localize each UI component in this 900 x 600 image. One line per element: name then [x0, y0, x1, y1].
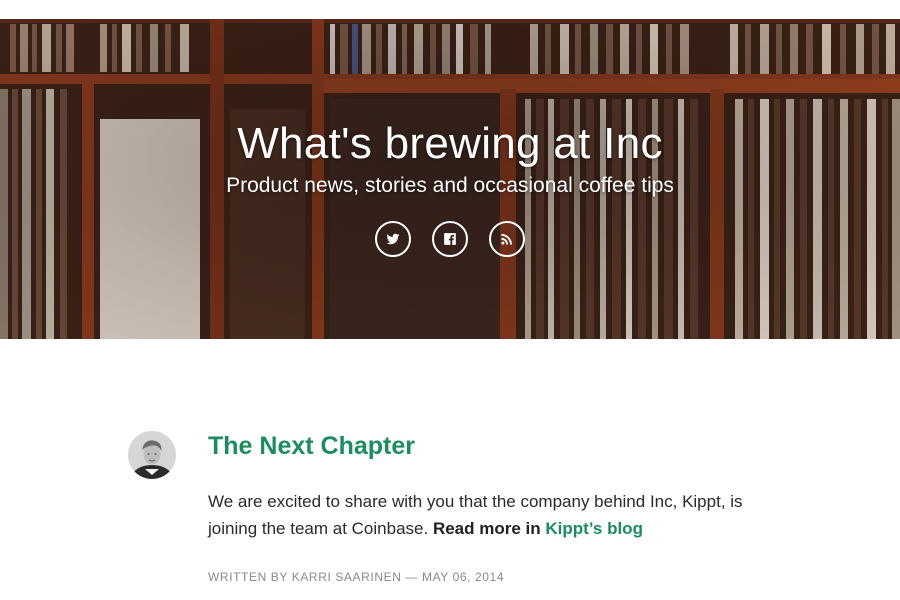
post-excerpt: We are excited to share with you that th… — [208, 488, 788, 542]
facebook-icon — [444, 233, 456, 245]
author-avatar[interactable] — [128, 431, 176, 479]
social-links — [0, 221, 900, 257]
twitter-icon — [386, 233, 400, 245]
author-name[interactable]: Karri Saarinen — [292, 570, 402, 584]
rss-button[interactable] — [489, 221, 525, 257]
facebook-button[interactable] — [432, 221, 468, 257]
post-title[interactable]: The Next Chapter — [208, 431, 788, 461]
byline-prefix: Written by — [208, 570, 288, 584]
post-date: May 06, 2014 — [421, 570, 505, 584]
author-photo — [128, 431, 176, 479]
hero-content: What's brewing at Inc Product news, stor… — [0, 117, 900, 199]
byline-separator: — — [405, 570, 419, 584]
blog-subtitle: Product news, stories and occasional cof… — [226, 174, 674, 197]
post-byline: Written by Karri Saarinen — May 06, 2014 — [208, 570, 504, 584]
post-body: The Next Chapter We are excited to share… — [208, 431, 788, 584]
twitter-button[interactable] — [375, 221, 411, 257]
blog-title: What's brewing at Inc — [237, 119, 663, 168]
rss-icon — [501, 234, 512, 245]
read-more-label: Read more in — [432, 519, 541, 538]
hero-banner: What's brewing at Inc Product news, stor… — [0, 19, 900, 339]
kippt-blog-link[interactable]: Kippt’s blog — [545, 519, 643, 538]
